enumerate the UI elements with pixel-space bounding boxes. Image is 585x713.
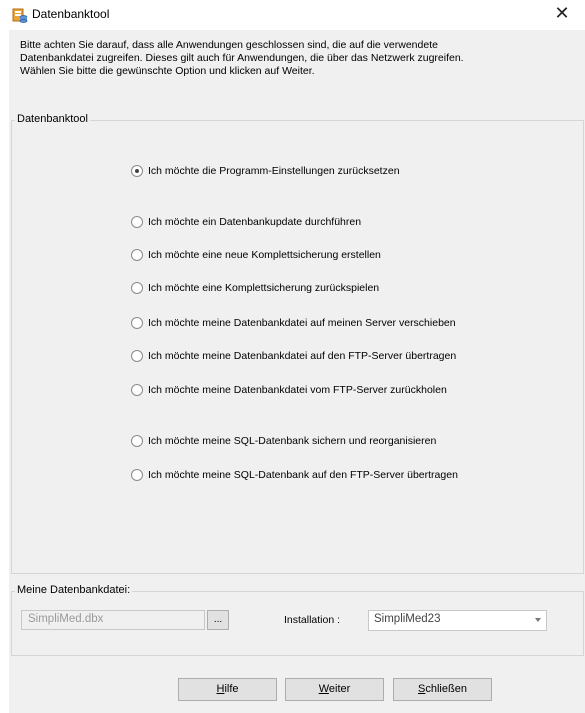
next-button[interactable]: Weiter (285, 678, 384, 701)
database-file-field[interactable]: SimpliMed.dbx (21, 610, 205, 630)
radio-icon[interactable] (131, 435, 143, 447)
browse-button[interactable]: ... (207, 610, 229, 630)
dialog-body: Bitte achten Sie darauf, dass alle Anwen… (9, 30, 585, 713)
option-label: Ich möchte meine Datenbankdatei vom FTP-… (148, 384, 447, 396)
option-restore-backup[interactable]: Ich möchte eine Komplettsicherung zurück… (131, 280, 379, 296)
database-file-group-title: Meine Datenbankdatei: (15, 584, 133, 596)
radio-icon[interactable] (131, 249, 143, 261)
radio-icon[interactable] (131, 317, 143, 329)
installation-value: SimpliMed23 (374, 613, 441, 625)
title-bar: Datenbanktool ✕ (0, 0, 585, 30)
close-icon[interactable]: ✕ (539, 0, 585, 30)
radio-icon[interactable] (131, 282, 143, 294)
option-sql-ftp[interactable]: Ich möchte meine SQL-Datenbank auf den F… (131, 467, 458, 483)
chevron-down-icon[interactable] (535, 618, 541, 622)
option-restore-ftp[interactable]: Ich möchte meine Datenbankdatei vom FTP-… (131, 382, 447, 398)
database-app-icon (12, 8, 28, 23)
option-db-update[interactable]: Ich möchte ein Datenbankupdate durchführ… (131, 214, 361, 230)
next-button-mnemonic: W (318, 683, 329, 695)
option-upload-ftp[interactable]: Ich möchte meine Datenbankdatei auf den … (131, 348, 456, 364)
option-label: Ich möchte meine Datenbankdatei auf mein… (148, 317, 456, 329)
option-label: Ich möchte die Programm-Einstellungen zu… (148, 165, 400, 177)
instructions-text: Bitte achten Sie darauf, dass alle Anwen… (20, 39, 570, 78)
instructions-line: Datenbankdatei zugreifen. Dieses gilt au… (20, 52, 464, 64)
option-new-backup[interactable]: Ich möchte eine neue Komplettsicherung e… (131, 247, 381, 263)
installation-select[interactable]: SimpliMed23 (368, 610, 547, 631)
installation-label: Installation : (284, 614, 341, 626)
radio-icon[interactable] (131, 469, 143, 481)
option-move-to-server[interactable]: Ich möchte meine Datenbankdatei auf mein… (131, 315, 456, 331)
radio-icon[interactable] (131, 384, 143, 396)
instructions-line: Bitte achten Sie darauf, dass alle Anwen… (20, 39, 438, 51)
radio-icon[interactable] (131, 165, 143, 177)
option-reset-settings[interactable]: Ich möchte die Programm-Einstellungen zu… (131, 163, 400, 179)
close-button[interactable]: Schließen (393, 678, 492, 701)
options-group-title: Datenbanktool (15, 113, 90, 125)
option-label: Ich möchte meine Datenbankdatei auf den … (148, 350, 457, 362)
window-title: Datenbanktool (32, 7, 110, 21)
option-sql-backup[interactable]: Ich möchte meine SQL-Datenbank sichern u… (131, 433, 436, 449)
options-groupbox: Datenbanktool Ich möchte die Programm-Ei… (11, 113, 584, 574)
radio-icon[interactable] (131, 216, 143, 228)
help-button[interactable]: Hilfe (178, 678, 277, 701)
radio-icon[interactable] (131, 350, 143, 362)
close-button-label: chließen (425, 683, 467, 695)
instructions-line: Wählen Sie bitte die gewünschte Option u… (20, 65, 315, 77)
option-label: Ich möchte meine SQL-Datenbank sichern u… (148, 435, 437, 447)
option-label: Ich möchte meine SQL-Datenbank auf den F… (148, 469, 458, 481)
option-label: Ich möchte eine Komplettsicherung zurück… (148, 282, 380, 294)
option-label: Ich möchte eine neue Komplettsicherung e… (148, 249, 381, 261)
option-label: Ich möchte ein Datenbankupdate durchführ… (148, 216, 362, 228)
help-button-label: ilfe (224, 683, 239, 695)
next-button-label: eiter (328, 683, 351, 695)
